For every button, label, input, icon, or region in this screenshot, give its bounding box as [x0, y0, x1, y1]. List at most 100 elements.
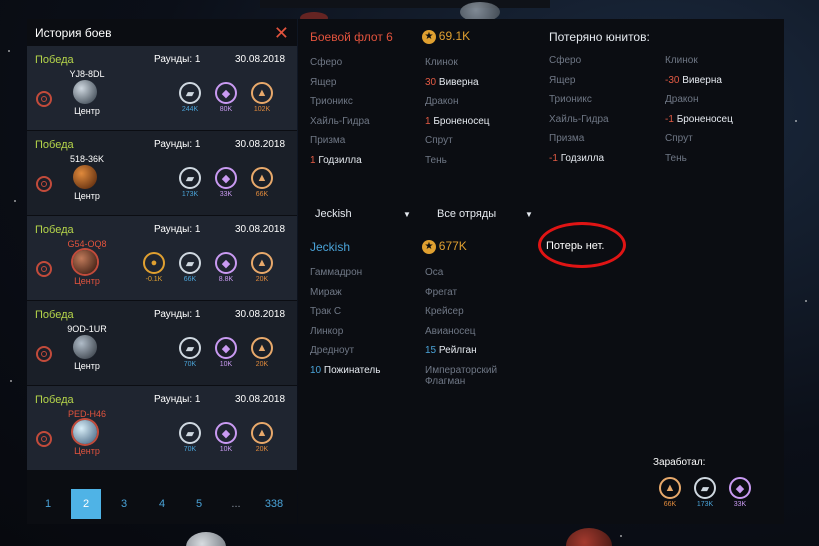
resource-value: 20K: [255, 276, 269, 283]
battle-row[interactable]: Победа Раунды: 1 30.08.2018 G54-OQ8 Центр ● -0…: [27, 216, 297, 300]
unit-name: Ящер: [310, 76, 337, 88]
resource-value: 8.8K: [218, 276, 234, 283]
unit-name: Крейсер: [425, 306, 464, 317]
resource-item[interactable]: ● -0.1K: [141, 252, 167, 283]
page-2[interactable]: 2: [71, 489, 101, 519]
squad-dropdown[interactable]: Все отряды ▼: [437, 208, 537, 220]
resource-item[interactable]: ▲ 102K: [249, 82, 275, 113]
chevron-down-icon: ▼: [403, 210, 411, 219]
page-5[interactable]: 5: [184, 489, 214, 519]
planet-name: Центр: [74, 106, 100, 116]
star: [795, 120, 797, 122]
unit-count: -1: [549, 152, 558, 164]
fuel-icon: ▲: [251, 422, 273, 444]
resource-item[interactable]: ▰ 244K: [177, 82, 203, 113]
unit-name: Гаммадрон: [310, 267, 363, 278]
resource-value: 33K: [219, 191, 233, 198]
unit-name: Трионикс: [549, 94, 592, 105]
resource-value: 66K: [255, 191, 269, 198]
unit-name: Виверна: [682, 74, 722, 86]
unit-line: Гаммадрон: [310, 267, 362, 278]
unit-name: Императорский Флагман: [425, 364, 498, 387]
top-bar: [260, 0, 550, 8]
star: [620, 535, 622, 537]
unit-name: Линкор: [310, 325, 344, 337]
resource-item[interactable]: ▲ 20K: [249, 422, 275, 453]
unit-name: Клинок: [665, 55, 698, 66]
crystal-icon: ◆: [215, 82, 237, 104]
unit-line: Трионикс: [310, 96, 353, 107]
target-icon[interactable]: [36, 346, 52, 362]
star: [10, 380, 12, 382]
unit-count: 15: [425, 345, 437, 356]
planet-name: Центр: [74, 446, 100, 456]
resource-item[interactable]: ◆ 10K: [213, 422, 239, 453]
ingot-icon: ▰: [179, 82, 201, 104]
page-1[interactable]: 1: [33, 489, 63, 519]
target-icon[interactable]: [36, 91, 52, 107]
battle-rounds: Раунды: 1: [154, 394, 201, 405]
page-4[interactable]: 4: [147, 489, 177, 519]
unit-line: Авианосец: [425, 326, 476, 337]
battle-result: Победа: [35, 54, 74, 66]
battle-result: Победа: [35, 224, 74, 236]
fuel-icon: ▲: [251, 167, 273, 189]
unit-name: Пожинатель: [323, 364, 381, 376]
resource-item[interactable]: ▰ 66K: [177, 252, 203, 283]
resource-item[interactable]: ▲ 66K: [249, 167, 275, 198]
unit-count: 10: [310, 364, 322, 376]
resource-item[interactable]: ▰ 70K: [177, 422, 203, 453]
resource-value: 70K: [183, 446, 197, 453]
resource-item[interactable]: ◆ 33K: [727, 477, 753, 508]
resource-item[interactable]: ◆ 8.8K: [213, 252, 239, 283]
resource-item[interactable]: ▰ 173K: [692, 477, 718, 508]
system-name: 518-36K: [69, 154, 105, 164]
battle-date: 30.08.2018: [235, 394, 286, 405]
ingot-icon: ▰: [694, 477, 716, 499]
fuel-icon: ▲: [251, 252, 273, 274]
close-icon[interactable]: ✕: [274, 24, 289, 42]
battle-row[interactable]: Победа Раунды: 1 30.08.2018 PED-H46 Центр ▰ 70…: [27, 386, 297, 470]
resource-item[interactable]: ▰ 173K: [177, 167, 203, 198]
resource-item[interactable]: ▲ 66K: [657, 477, 683, 508]
unit-line: Императорский Флагман: [425, 365, 515, 387]
player-dropdown[interactable]: Jeckish ▼: [315, 208, 415, 220]
battle-row[interactable]: Победа Раунды: 1 30.08.2018 518-36K Центр ▰ 17…: [27, 131, 297, 215]
crystal-icon: ◆: [215, 337, 237, 359]
battle-date: 30.08.2018: [235, 54, 286, 65]
resource-item[interactable]: ▲ 20K: [249, 252, 275, 283]
unit-line: Крейсер: [425, 306, 464, 317]
target-icon[interactable]: [36, 261, 52, 277]
page-3[interactable]: 3: [109, 489, 139, 519]
target-icon[interactable]: [36, 176, 52, 192]
unit-name: Годзилла: [560, 152, 605, 164]
planet-icon: [73, 165, 97, 189]
resource-value: 10K: [219, 361, 233, 368]
resource-value: 33K: [733, 501, 747, 508]
page-338[interactable]: 338: [259, 489, 289, 519]
planet-icon: [73, 420, 97, 444]
unit-line: -1 Годзилла: [549, 153, 604, 164]
battle-row[interactable]: Победа Раунды: 1 30.08.2018 9OD-1UR Центр ▰ 70…: [27, 301, 297, 385]
resource-item[interactable]: ▲ 20K: [249, 337, 275, 368]
unit-name: Дредноут: [310, 345, 355, 356]
unit-line: Хайль-Гидра: [549, 114, 609, 125]
resource-item[interactable]: ▰ 70K: [177, 337, 203, 368]
unit-line: Тень: [425, 155, 447, 166]
unit-line: Трак С: [310, 306, 341, 317]
background-planet: [186, 532, 226, 546]
battle-detail-panel: Боевой флот 6 ★ 69.1K Потеряно юнитов: С…: [298, 19, 784, 524]
unit-line: 15 Рейлган: [425, 345, 477, 356]
battle-row[interactable]: Победа Раунды: 1 30.08.2018 YJ8-8DL Центр ▰ 24…: [27, 46, 297, 130]
battle-list: Победа Раунды: 1 30.08.2018 YJ8-8DL Центр ▰ 24…: [27, 46, 297, 474]
target-icon[interactable]: [36, 431, 52, 447]
unit-count: 30: [425, 76, 437, 88]
unit-line: Хайль-Гидра: [310, 116, 370, 127]
ingot-icon: ▰: [179, 252, 201, 274]
battle-rounds: Раунды: 1: [154, 54, 201, 65]
resource-item[interactable]: ◆ 80K: [213, 82, 239, 113]
resource-item[interactable]: ◆ 33K: [213, 167, 239, 198]
fuel-icon: ▲: [659, 477, 681, 499]
resource-item[interactable]: ◆ 10K: [213, 337, 239, 368]
unit-name: Годзилла: [318, 154, 362, 166]
